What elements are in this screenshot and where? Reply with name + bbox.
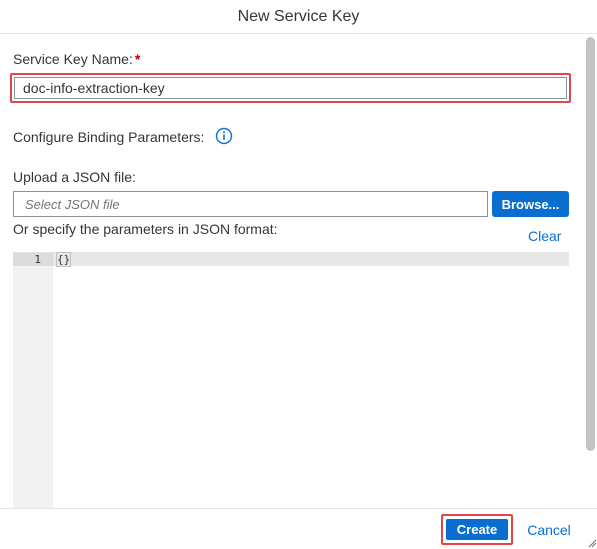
dialog-title: New Service Key bbox=[237, 7, 360, 25]
create-button[interactable]: Create bbox=[445, 518, 509, 541]
binding-params-label: Configure Binding Parameters: bbox=[13, 129, 205, 145]
required-marker: * bbox=[134, 51, 141, 67]
browse-button[interactable]: Browse... bbox=[492, 191, 569, 217]
editor-code-text: {} bbox=[55, 252, 72, 267]
select-json-file-input[interactable] bbox=[13, 191, 488, 217]
service-key-name-label-text: Service Key Name: bbox=[13, 51, 133, 67]
clear-link[interactable]: Clear bbox=[528, 228, 561, 244]
service-key-name-input[interactable] bbox=[14, 77, 567, 99]
editor-code[interactable]: {} bbox=[55, 252, 72, 267]
new-service-key-dialog: New Service Key Service Key Name:* Confi… bbox=[0, 0, 597, 549]
editor-gutter bbox=[13, 253, 53, 508]
cancel-button[interactable]: Cancel bbox=[520, 518, 578, 541]
resize-handle-icon[interactable] bbox=[587, 538, 597, 548]
dialog-content: Service Key Name:* Configure Binding Par… bbox=[0, 35, 584, 508]
info-circle-icon[interactable] bbox=[215, 127, 233, 145]
scrollbar-thumb[interactable] bbox=[586, 37, 595, 451]
line-number: 1 bbox=[34, 253, 41, 266]
upload-json-label: Upload a JSON file: bbox=[13, 169, 136, 185]
specify-json-label: Or specify the parameters in JSON format… bbox=[13, 221, 278, 237]
service-key-name-label: Service Key Name: * bbox=[13, 51, 140, 67]
json-code-editor[interactable]: 1 {} bbox=[13, 252, 569, 508]
editor-active-line bbox=[53, 253, 569, 266]
dialog-header: New Service Key bbox=[0, 0, 597, 34]
